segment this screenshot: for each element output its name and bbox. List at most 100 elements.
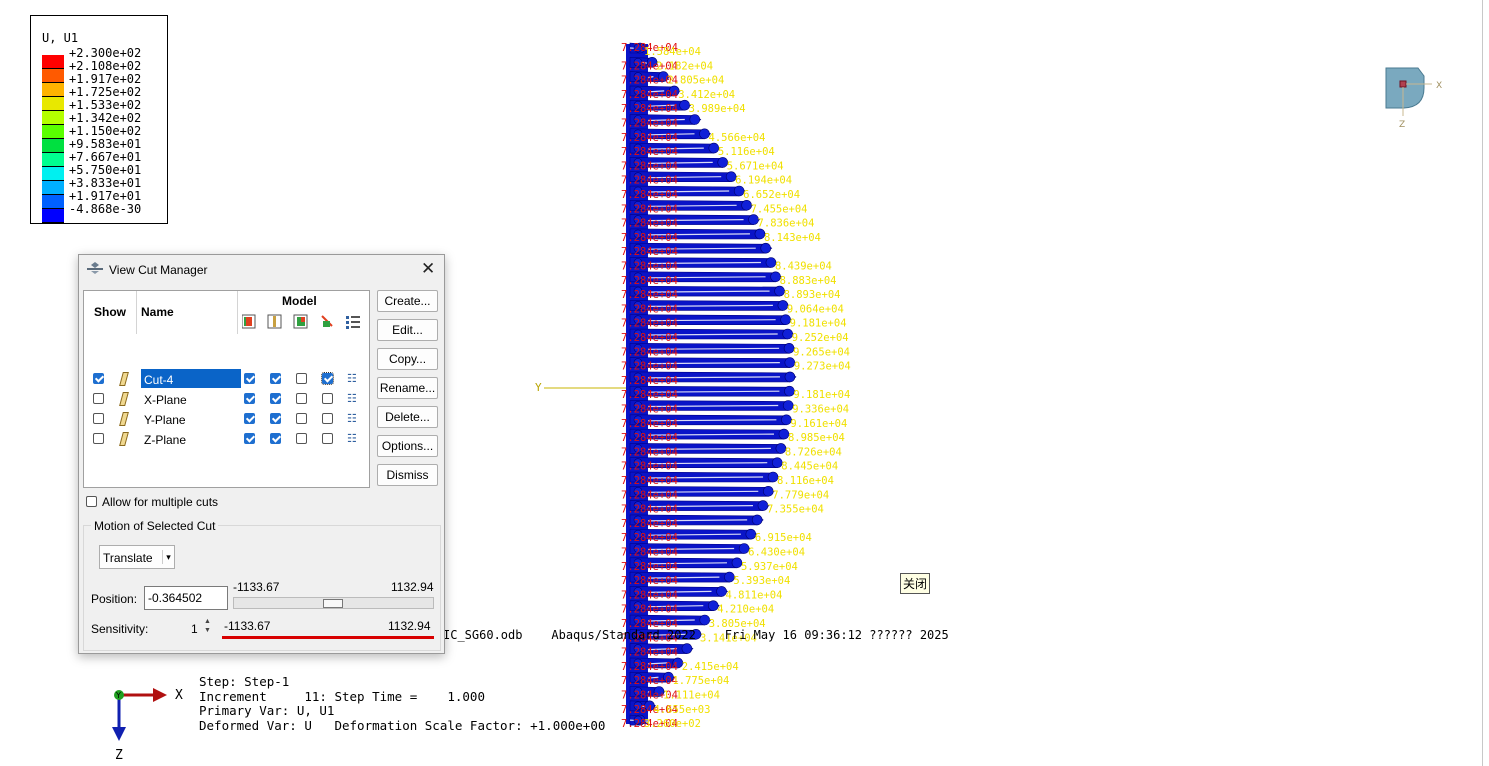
node-label-red: 7.284e+04	[621, 418, 678, 430]
close-icon[interactable]: ✕	[421, 259, 435, 279]
node-label-red: 7.284e+04	[621, 103, 678, 115]
node-label-red: 7.284e+04	[621, 504, 678, 516]
header-model: Model	[282, 294, 317, 308]
node-label-yellow: 8.726e+04	[785, 446, 842, 458]
node-label-yellow: 4.566e+04	[709, 132, 766, 144]
position-label: Position:	[91, 592, 138, 606]
position-slider[interactable]	[233, 597, 434, 609]
node-label-red: 7.284e+04	[621, 218, 678, 230]
node-label-red: 7.284e+04	[621, 160, 678, 172]
show-checkbox-y-plane[interactable]	[93, 413, 104, 424]
model-shaded-checkbox[interactable]	[244, 413, 255, 424]
model-outline-checkbox[interactable]	[270, 413, 281, 424]
show-checkbox-z-plane[interactable]	[93, 433, 104, 444]
dismiss-button[interactable]: Dismiss	[377, 464, 438, 486]
model-freebody-checkbox[interactable]	[321, 372, 334, 385]
motion-type-select[interactable]: Translate ▾	[99, 545, 175, 569]
model-outline-checkbox[interactable]	[270, 433, 281, 444]
options-button[interactable]: Options...	[377, 435, 438, 457]
model-node	[689, 114, 701, 125]
legend-swatch	[42, 153, 64, 167]
model-shaded-checkbox[interactable]	[244, 373, 255, 384]
model-options-icon	[346, 316, 360, 329]
step-status-block: Step: Step-1 Increment 11: Step Time = 1.…	[199, 674, 605, 733]
show-checkbox-cut-4[interactable]	[93, 373, 104, 384]
cut-name[interactable]: X-Plane	[144, 393, 187, 407]
node-label-yellow: 9.064e+04	[787, 303, 844, 315]
cut-list: Show Name Model Cut-4 ☷ X-Plane ☷ Y-Plane ☷ Z-…	[83, 290, 370, 488]
model-contour-checkbox[interactable]	[296, 393, 307, 404]
legend-swatch	[42, 125, 64, 139]
node-label-yellow: 8.985e+04	[788, 432, 845, 444]
node-label-red: 7.284e+04	[621, 518, 678, 530]
allow-multiple-cuts-checkbox[interactable]	[86, 496, 97, 507]
model-options-icon[interactable]: ☷	[347, 432, 357, 445]
model-column-icons	[242, 314, 360, 329]
model-contour-icon	[293, 314, 308, 329]
rename-button[interactable]: Rename...	[377, 377, 438, 399]
position-slider-thumb[interactable]	[323, 599, 343, 608]
sensitivity-max: 1132.94	[388, 619, 431, 633]
show-checkbox-x-plane[interactable]	[93, 393, 104, 404]
node-label-red: 7.284e+04	[621, 246, 678, 258]
model-freebody-checkbox[interactable]	[322, 433, 333, 444]
node-label-red: 7.284e+04	[621, 404, 678, 416]
model-freebody-checkbox[interactable]	[322, 413, 333, 424]
edit-button[interactable]: Edit...	[377, 319, 438, 341]
chevron-down-icon[interactable]: ▾	[162, 550, 174, 564]
legend-swatch	[42, 55, 64, 69]
node-label-yellow: 9.265e+04	[793, 346, 850, 358]
model-contour-checkbox[interactable]	[296, 413, 307, 424]
sensitivity-spinner[interactable]: ▲ ▼	[204, 617, 211, 635]
node-label-yellow: 1.111e+04	[663, 690, 720, 702]
odb-info-line: IC_SG60.odb Abaqus/Standard 2022 Fri May…	[443, 628, 949, 642]
model-outline-icon	[267, 314, 282, 329]
node-label-yellow: 9.181e+04	[790, 318, 847, 330]
legend-swatch	[42, 167, 64, 181]
node-label-yellow: 6.915e+04	[755, 532, 812, 544]
delete-button[interactable]: Delete...	[377, 406, 438, 428]
model-options-icon[interactable]: ☷	[347, 392, 357, 405]
small-triad-x-label: X	[1436, 81, 1442, 91]
node-label-yellow: 5.116e+04	[718, 146, 775, 158]
copy-button[interactable]: Copy...	[377, 348, 438, 370]
model-freebody-checkbox[interactable]	[322, 393, 333, 404]
node-label-yellow: 5.393e+04	[733, 575, 790, 587]
node-label-red: 7.284e+04	[621, 547, 678, 559]
legend-swatch	[42, 139, 64, 153]
node-label-yellow: 9.273e+04	[794, 361, 851, 373]
legend-swatch	[42, 97, 64, 111]
node-label-red: 7.284e+04	[621, 146, 678, 158]
model-shaded-checkbox[interactable]	[244, 393, 255, 404]
node-label-yellow: 8.439e+04	[775, 261, 832, 273]
node-label-yellow: 6.430e+04	[748, 547, 805, 559]
node-label-red: 7.284e+04	[621, 118, 678, 130]
motion-type-value: Translate	[103, 551, 153, 565]
node-label-red: 7.284e+04	[621, 532, 678, 544]
model-node	[760, 242, 772, 254]
model-options-icon[interactable]: ☷	[347, 412, 357, 425]
create-button[interactable]: Create...	[377, 290, 438, 312]
sensitivity-range-bar[interactable]	[222, 636, 434, 639]
model-options-icon[interactable]: ☷	[347, 372, 357, 385]
model-outline-checkbox[interactable]	[270, 373, 281, 384]
node-label-yellow: 3.412e+04	[678, 89, 735, 101]
sensitivity-value[interactable]: 1	[191, 622, 198, 636]
cut-name[interactable]: Y-Plane	[144, 413, 186, 427]
position-input[interactable]: -0.364502	[144, 586, 228, 610]
model-shaded-checkbox[interactable]	[244, 433, 255, 444]
dialog-titlebar[interactable]: View Cut Manager ✕	[79, 255, 444, 285]
node-label-red: 7.284e+04	[621, 189, 678, 201]
model-outline-checkbox[interactable]	[270, 393, 281, 404]
node-label-yellow: 8.143e+04	[764, 232, 821, 244]
cut-name[interactable]: Z-Plane	[144, 433, 186, 447]
node-label-yellow: 9.336e+04	[792, 404, 849, 416]
node-label-red: 7.284e+04	[621, 203, 678, 215]
model-contour-checkbox[interactable]	[296, 373, 307, 384]
node-label-red: 7.284e+04	[621, 561, 678, 573]
model-contour-checkbox[interactable]	[296, 433, 307, 444]
cut-name[interactable]: Cut-4	[144, 373, 173, 387]
node-label-red: 7.284e+04	[621, 604, 678, 616]
sensitivity-min: -1133.67	[224, 619, 271, 633]
view-cut-icon	[87, 262, 103, 274]
